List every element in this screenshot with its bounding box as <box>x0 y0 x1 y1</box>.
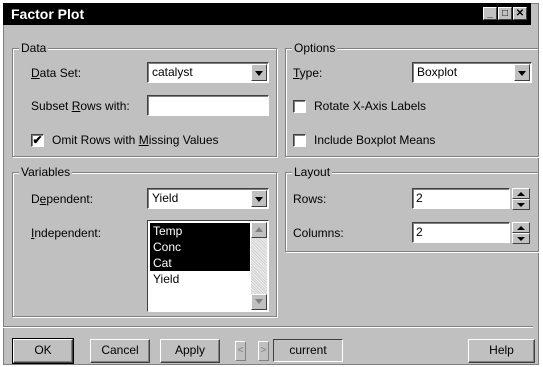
close-button[interactable]: ✕ <box>513 7 527 20</box>
data-set-combo[interactable]: catalyst <box>147 62 269 83</box>
data-set-value: catalyst <box>152 65 193 79</box>
subset-rows-label: Subset Rows with: <box>31 99 130 113</box>
include-means-label: Include Boxplot Means <box>314 133 436 147</box>
rotate-x-axis-checkbox[interactable] <box>293 100 306 113</box>
list-item[interactable]: Yield <box>150 271 250 287</box>
dependent-combo[interactable]: Yield <box>147 188 269 209</box>
rows-spinner[interactable] <box>512 188 530 210</box>
current-indicator[interactable]: current <box>273 339 343 362</box>
scroll-down-icon[interactable] <box>251 294 267 310</box>
list-item[interactable]: Conc <box>150 239 250 255</box>
independent-listbox[interactable]: Temp Conc Cat Yield <box>147 220 269 312</box>
listbox-scrollbar[interactable] <box>251 222 267 310</box>
previous-button[interactable]: < <box>235 341 246 361</box>
list-item[interactable]: Cat <box>150 255 250 271</box>
spin-up-icon[interactable] <box>512 222 530 233</box>
chevron-down-icon[interactable] <box>251 190 267 207</box>
columns-label: Columns: <box>293 226 344 240</box>
chevron-down-icon[interactable] <box>514 64 530 81</box>
spin-down-icon[interactable] <box>512 233 530 244</box>
list-item[interactable]: Temp <box>150 223 250 239</box>
maximize-button[interactable]: □ <box>498 7 512 20</box>
rows-label: Rows: <box>293 192 327 206</box>
variables-group-title: Variables <box>19 165 73 179</box>
window-title: Factor Plot <box>11 6 85 22</box>
apply-button[interactable]: Apply <box>160 339 220 363</box>
columns-spinner[interactable] <box>512 222 530 244</box>
type-label: Type: <box>293 66 323 80</box>
columns-input[interactable]: 2 <box>412 222 510 243</box>
rows-input[interactable]: 2 <box>412 188 510 209</box>
dependent-label: Dependent: <box>31 192 94 206</box>
chevron-down-icon[interactable] <box>251 64 267 81</box>
spin-up-icon[interactable] <box>512 188 530 199</box>
data-set-label: Data Set: <box>31 66 82 80</box>
spin-down-icon[interactable] <box>512 199 530 210</box>
data-group-title: Data <box>19 41 49 55</box>
minimize-button[interactable]: _ <box>483 7 497 20</box>
button-bar-separator <box>3 326 533 328</box>
omit-missing-label: Omit Rows with Missing Values <box>52 133 219 147</box>
scroll-up-icon[interactable] <box>251 222 267 238</box>
help-button[interactable]: Help <box>468 339 535 363</box>
include-means-checkbox[interactable] <box>293 134 306 147</box>
subset-rows-input[interactable] <box>147 95 269 116</box>
title-bar[interactable]: Factor Plot _ □ ✕ <box>3 3 531 25</box>
options-group-title: Options <box>292 41 338 55</box>
independent-label: Independent: <box>31 226 102 240</box>
cancel-button[interactable]: Cancel <box>90 339 150 363</box>
next-button[interactable]: > <box>258 341 269 361</box>
dependent-value: Yield <box>152 191 179 205</box>
layout-group-title: Layout <box>292 165 333 179</box>
rotate-x-axis-label: Rotate X-Axis Labels <box>314 99 427 113</box>
ok-button[interactable]: OK <box>12 338 74 364</box>
omit-missing-checkbox[interactable]: ✔ <box>31 134 44 147</box>
type-value: Boxplot <box>417 65 458 79</box>
type-combo[interactable]: Boxplot <box>412 62 532 83</box>
